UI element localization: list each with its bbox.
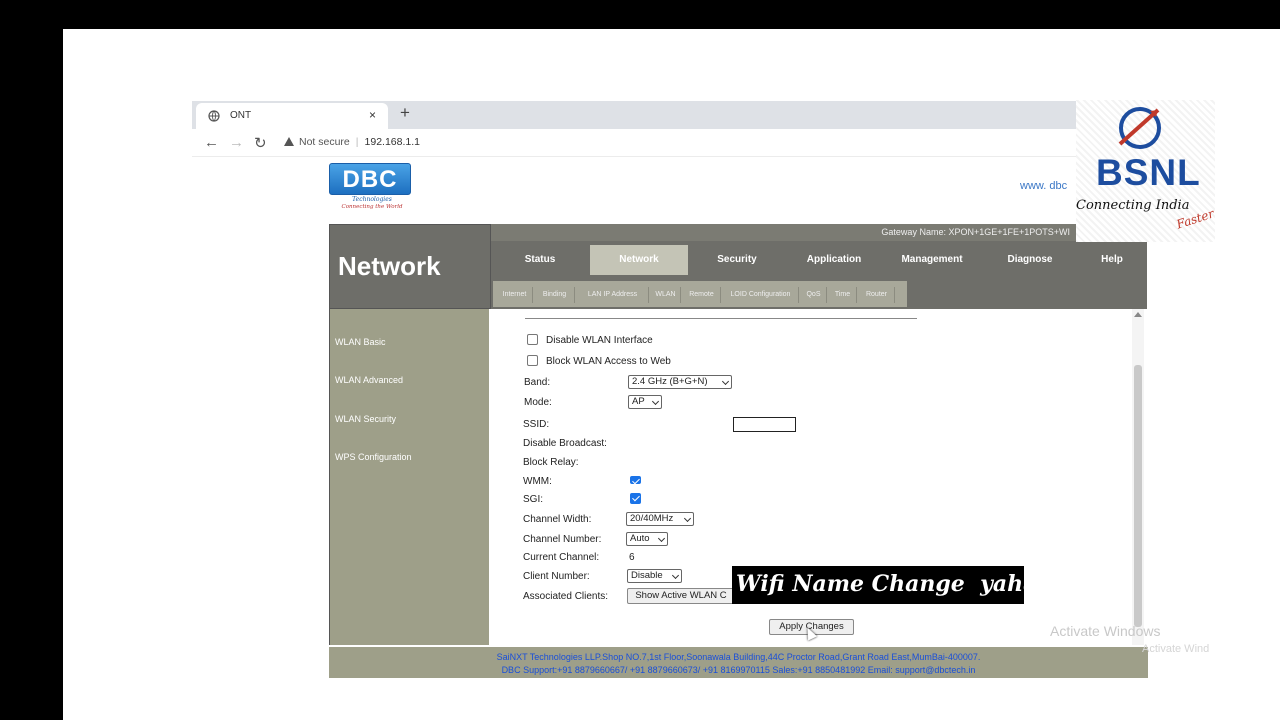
sidebar-item-wlan-security[interactable]: WLAN Security xyxy=(335,414,396,424)
ssid-input[interactable] xyxy=(733,417,796,432)
mode-label: Mode: xyxy=(524,397,552,408)
url-text: 192.168.1.1 xyxy=(364,136,420,148)
dbc-logo-tagline: Connecting the World xyxy=(341,204,403,210)
tab-help[interactable]: Help xyxy=(1079,245,1145,275)
subtab-loid[interactable]: LOID Configuration xyxy=(723,287,799,303)
bsnl-tagline: Connecting India xyxy=(1076,198,1190,213)
page-footer: SaiNXT Technologies LLP.Shop NO.7,1st Fl… xyxy=(329,647,1148,678)
reload-icon[interactable]: ↻ xyxy=(254,134,267,152)
channel-number-select[interactable]: Auto xyxy=(626,532,668,546)
close-tab-icon[interactable]: × xyxy=(369,108,376,122)
browser-tab[interactable]: ONT × xyxy=(196,103,388,129)
client-number-label: Client Number: xyxy=(523,571,590,582)
block-wlan-checkbox[interactable] xyxy=(527,355,538,366)
website-link[interactable]: www. dbc xyxy=(1020,180,1067,192)
sub-nav-strip: Internet Binding LAN IP Address WLAN Rem… xyxy=(493,281,907,307)
back-arrow-icon[interactable]: ← xyxy=(204,134,219,151)
footer-address: SaiNXT Technologies LLP.Shop NO.7,1st Fl… xyxy=(496,652,981,662)
client-number-select[interactable]: Disable xyxy=(627,569,682,583)
bsnl-emblem-icon xyxy=(1118,107,1161,149)
gateway-bar: Gateway Name: XPON+1GE+1FE+1POTS+WI xyxy=(491,224,1076,241)
dbc-logo-subtitle: Technologies xyxy=(352,196,392,203)
tab-status[interactable]: Status xyxy=(491,245,589,275)
subtab-lan-ip[interactable]: LAN IP Address xyxy=(577,287,649,303)
section-header: Network xyxy=(329,224,491,309)
sidebar-item-wps[interactable]: WPS Configuration xyxy=(335,452,412,462)
wmm-checkbox[interactable] xyxy=(630,476,641,484)
subtab-internet[interactable]: Internet xyxy=(497,287,533,303)
subtab-binding[interactable]: Binding xyxy=(535,287,575,303)
bsnl-logo: BSNL Connecting India Faster xyxy=(1076,100,1216,242)
sidebar-item-wlan-basic[interactable]: WLAN Basic xyxy=(335,337,386,347)
address-bar[interactable]: Not secure | 192.168.1.1 xyxy=(284,136,420,148)
new-tab-button[interactable]: + xyxy=(400,103,410,123)
main-nav: Status Network Security Application Mana… xyxy=(491,241,1147,279)
tab-security[interactable]: Security xyxy=(688,245,786,275)
block-wlan-label: Block WLAN Access to Web xyxy=(546,356,671,367)
tab-bar: ONT × + xyxy=(192,101,1076,129)
forward-arrow-icon[interactable]: → xyxy=(229,134,244,151)
subtab-qos[interactable]: QoS xyxy=(801,287,827,303)
subtab-remote[interactable]: Remote xyxy=(683,287,721,303)
sgi-label: SGI: xyxy=(523,494,544,505)
caption-banner: Wifi Name Change yaha xyxy=(732,566,1037,604)
channel-number-label: Channel Number: xyxy=(523,534,602,545)
activate-windows-watermark: Activate Windows xyxy=(1050,623,1161,639)
subtab-wlan[interactable]: WLAN xyxy=(651,287,681,303)
footer-support: DBC Support:+91 8879660667/ +91 88796606… xyxy=(501,665,976,675)
divider xyxy=(525,318,917,319)
sgi-checkbox[interactable] xyxy=(630,493,641,504)
security-label: Not secure xyxy=(299,136,350,148)
tab-title: ONT xyxy=(230,110,252,121)
channel-width-label: Channel Width: xyxy=(523,514,592,525)
browser-window: ONT × + ← → ↻ Not secure | 192.168.1.1 DBC… xyxy=(192,101,1215,678)
band-select[interactable]: 2.4 GHz (B+G+N) xyxy=(628,375,732,389)
sub-nav: Internet Binding LAN IP Address WLAN Rem… xyxy=(491,279,1147,309)
address-separator: | xyxy=(355,136,359,148)
dbc-logo-mark: DBC xyxy=(329,163,411,195)
activate-windows-subtext: Activate Wind xyxy=(1142,643,1210,655)
disable-broadcast-label: Disable Broadcast: xyxy=(523,438,607,449)
scroll-up-arrow-icon[interactable] xyxy=(1134,312,1142,317)
scrollbar-thumb[interactable] xyxy=(1134,365,1142,627)
tab-management[interactable]: Management xyxy=(883,245,981,275)
current-channel-value: 6 xyxy=(629,552,635,563)
subtab-router[interactable]: Router xyxy=(859,287,895,303)
tab-network[interactable]: Network xyxy=(590,245,688,275)
browser-toolbar: ← → ↻ Not secure | 192.168.1.1 xyxy=(192,129,1076,157)
section-title: Network xyxy=(338,251,441,281)
globe-icon xyxy=(208,110,220,122)
show-active-clients-button[interactable]: Show Active WLAN C xyxy=(627,588,735,604)
scrollbar[interactable] xyxy=(1132,309,1144,645)
subtab-time[interactable]: Time xyxy=(829,287,857,303)
channel-width-select[interactable]: 20/40MHz xyxy=(626,512,694,526)
sidebar-item-wlan-advanced[interactable]: WLAN Advanced xyxy=(335,375,403,385)
bsnl-name: BSNL xyxy=(1096,152,1201,193)
disable-wlan-checkbox[interactable] xyxy=(527,334,538,345)
tab-diagnose[interactable]: Diagnose xyxy=(981,245,1079,275)
block-relay-label: Block Relay: xyxy=(523,457,579,468)
dbc-logo: DBC Technologies Connecting the World xyxy=(329,163,415,215)
mode-select[interactable]: AP xyxy=(628,395,662,409)
caption-text: Wifi Name Change yaha xyxy=(732,566,1037,604)
ssid-label: SSID: xyxy=(523,419,550,430)
band-label: Band: xyxy=(524,377,551,388)
associated-clients-label: Associated Clients: xyxy=(523,591,609,602)
disable-wlan-label: Disable WLAN Interface xyxy=(546,335,653,346)
sidebar: WLAN Basic WLAN Advanced WLAN Security W… xyxy=(329,309,489,645)
tab-application[interactable]: Application xyxy=(785,245,883,275)
current-channel-label: Current Channel: xyxy=(523,552,600,563)
wmm-label: WMM: xyxy=(523,476,552,487)
warning-icon xyxy=(284,137,294,146)
